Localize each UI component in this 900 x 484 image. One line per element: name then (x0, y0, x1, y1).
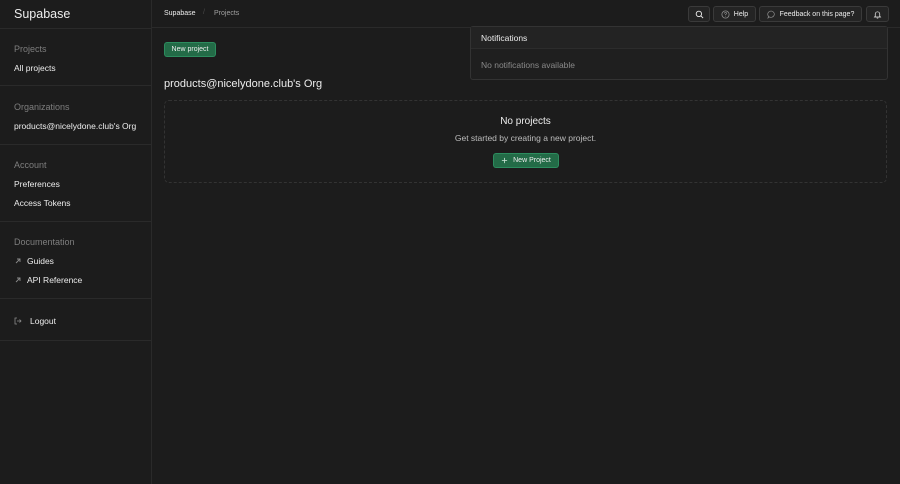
chat-bubble-icon (767, 10, 775, 19)
new-project-button[interactable]: New project (164, 42, 216, 57)
help-button[interactable]: Help (713, 6, 756, 22)
sidebar-item-api-reference[interactable]: API Reference (14, 275, 82, 285)
sidebar-section-projects: Projects All projects (0, 28, 152, 86)
breadcrumb-page[interactable]: Projects (214, 10, 239, 17)
feedback-label: Feedback on this page? (779, 10, 855, 18)
help-icon (721, 9, 730, 19)
section-title-documentation: Documentation (14, 237, 75, 247)
sidebar-item-label: products@nicelydone.club's Org (14, 121, 137, 131)
empty-new-project-button[interactable]: New Project (493, 153, 559, 168)
breadcrumb-org[interactable]: Supabase (164, 10, 196, 17)
app-root: Supabase Projects All projects Organizat… (0, 0, 900, 484)
sidebar-item-label: Logout (30, 316, 56, 326)
sidebar-section-logout: Logout (0, 299, 152, 341)
page-title: products@nicelydone.club's Org (164, 78, 323, 90)
help-label: Help (733, 10, 749, 18)
bell-icon (873, 10, 882, 19)
sidebar-section-account: Account Preferences Access Tokens (0, 145, 152, 222)
sidebar-item-preferences[interactable]: Preferences (14, 179, 60, 189)
empty-new-project-label: New Project (513, 157, 551, 164)
sidebar-section-organizations: Organizations products@nicelydone.club's… (0, 86, 152, 145)
sidebar-item-label: Preferences (14, 179, 60, 189)
sidebar-item-label: Access Tokens (14, 198, 71, 208)
notifications-button[interactable] (866, 6, 889, 22)
external-link-icon (14, 276, 22, 284)
sidebar-item-label: API Reference (27, 275, 83, 285)
topbar: Supabase / Projects Help Feedback on thi… (152, 0, 900, 28)
logout-icon (14, 317, 22, 325)
section-title-projects: Projects (14, 44, 47, 54)
sidebar-item-logout[interactable]: Logout (14, 316, 56, 326)
external-link-icon (14, 257, 22, 265)
brand-logo-text[interactable]: Supabase (14, 7, 70, 21)
feedback-button[interactable]: Feedback on this page? (759, 6, 862, 22)
notifications-panel: Notifications No notifications available (470, 26, 888, 80)
breadcrumb-separator: / (203, 9, 205, 16)
notifications-empty-text: No notifications available (481, 60, 576, 70)
notifications-header: Notifications (471, 27, 887, 49)
sidebar: Supabase Projects All projects Organizat… (0, 0, 152, 484)
plus-icon (502, 157, 508, 164)
empty-state-subtitle: Get started by creating a new project. (454, 133, 597, 143)
section-title-organizations: Organizations (14, 102, 70, 112)
section-title-account: Account (14, 160, 47, 170)
sidebar-item-org[interactable]: products@nicelydone.club's Org (14, 121, 136, 131)
empty-state-title: No projects (500, 116, 551, 127)
search-icon (695, 10, 703, 18)
sidebar-item-guides[interactable]: Guides (14, 256, 54, 266)
sidebar-item-label: All projects (14, 63, 56, 73)
notifications-title: Notifications (481, 33, 528, 43)
sidebar-item-label: Guides (27, 256, 54, 266)
new-project-label: New project (171, 46, 209, 53)
search-button[interactable] (688, 6, 710, 22)
sidebar-section-documentation: Documentation Guides API Reference (0, 222, 152, 299)
sidebar-item-all-projects[interactable]: All projects (14, 63, 56, 73)
sidebar-item-access-tokens[interactable]: Access Tokens (14, 198, 71, 208)
